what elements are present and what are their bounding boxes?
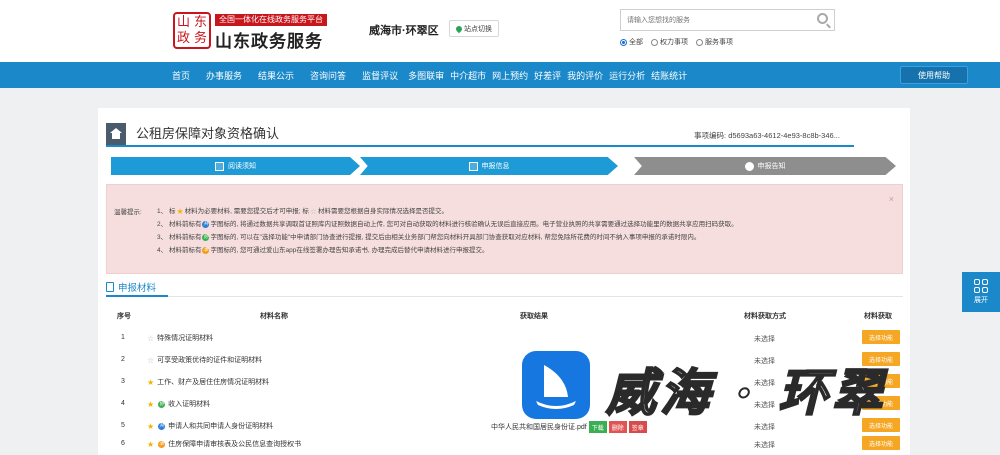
site-title[interactable]: 山东政务服务 xyxy=(215,27,323,52)
col-header: 获取结果 xyxy=(520,313,548,320)
nav-item-statistics[interactable]: 结账统计 xyxy=(651,69,687,82)
current-region: 威海市·环翠区 xyxy=(369,25,439,37)
col-header: 材料名称 xyxy=(260,313,288,320)
commitment-badge-icon: 承 xyxy=(202,247,210,254)
material-name: 特殊情况证明材料 xyxy=(157,335,214,342)
nav-item-consult[interactable]: 咨询问答 xyxy=(310,69,346,82)
info-icon xyxy=(744,161,754,171)
title-divider xyxy=(106,145,854,147)
notice-line: 1、 标 ★ 材料为必要材料, 需要您提交后才可申报; 标 ☆ 材料需要您根据自… xyxy=(157,207,449,216)
location-pin-icon xyxy=(454,24,464,33)
commitment-badge-icon: 承 xyxy=(158,440,166,448)
material-name: 申请人和共同申请人身份证明材料 xyxy=(168,423,274,430)
main-nav: 首页 办事服务 结果公示 咨询问答 监督评议 多图联审 中介超市 网上预约 好差… xyxy=(0,62,1000,88)
logo-char: 政 xyxy=(176,31,190,47)
shared-badge-icon: 共 xyxy=(158,422,166,430)
select-function-button[interactable]: 选择功能 xyxy=(862,330,900,344)
nav-item-results[interactable]: 结果公示 xyxy=(258,69,294,82)
scope-option-all[interactable]: 全部 xyxy=(620,37,643,47)
star-hollow-icon: ☆ xyxy=(147,355,155,365)
nav-item-appointment[interactable]: 网上预约 xyxy=(492,69,528,82)
expand-float-button[interactable]: 展开 xyxy=(962,272,1000,312)
form-icon xyxy=(468,161,478,171)
col-header: 材料获取方式 xyxy=(744,313,786,320)
search-scope-group: 全部 权力事项 服务事项 xyxy=(620,37,733,47)
search-icon[interactable] xyxy=(817,13,828,24)
star-solid-icon: ★ xyxy=(147,399,155,409)
close-icon[interactable]: × xyxy=(889,194,894,204)
radio-checked-icon[interactable] xyxy=(620,38,627,46)
nav-item-agency-market[interactable]: 中介超市 xyxy=(450,69,486,82)
assist-badge-icon: 协 xyxy=(158,400,166,408)
help-button[interactable]: 使用帮助 xyxy=(900,66,968,84)
radio-icon[interactable] xyxy=(696,38,703,46)
tab-active-indicator xyxy=(106,295,168,297)
material-name: 可享受政策优待的证件和证明材料 xyxy=(157,357,263,364)
search-box xyxy=(620,9,835,31)
document-icon xyxy=(106,282,114,292)
watermark-text: 威海 · 环翠 xyxy=(605,362,887,423)
star-solid-icon: ★ xyxy=(176,207,184,216)
progress-steps: 阅读须知 申报信息 申报告知 xyxy=(111,157,896,175)
notice-label: 温馨提示: xyxy=(114,209,142,216)
download-button[interactable]: 下载 xyxy=(588,421,607,433)
page-title: 公租房保障对象资格确认 xyxy=(136,126,280,141)
shared-badge-icon: 共 xyxy=(202,221,210,228)
nav-item-my-rating[interactable]: 我的评价 xyxy=(567,69,603,82)
star-solid-icon: ★ xyxy=(147,377,155,387)
tab-materials[interactable]: 申报材料 xyxy=(106,278,156,296)
logo-char: 东 xyxy=(193,14,207,30)
watermark-sail-logo xyxy=(522,351,590,419)
nav-item-analytics[interactable]: 运行分析 xyxy=(609,69,645,82)
notice-line: 2、 材料前标有 共 字图标的, 将通过数据共享调取首证照库内证照数据自动上传,… xyxy=(157,221,738,228)
material-status: 未选择 xyxy=(754,336,775,343)
nav-item-supervise[interactable]: 监督评议 xyxy=(362,69,398,82)
material-name: 住房保障申请审核表及公民信息查询授权书 xyxy=(168,441,302,448)
search-input[interactable] xyxy=(621,10,806,30)
table-row: 6 ★ 承住房保障申请审核表及公民信息查询授权书 未选择 选择功能 xyxy=(98,433,910,455)
col-header: 序号 xyxy=(117,313,131,320)
radio-icon[interactable] xyxy=(651,38,658,46)
nav-item-home[interactable]: 首页 xyxy=(172,69,190,82)
nav-item-joint-review[interactable]: 多图联审 xyxy=(408,69,444,82)
home-icon[interactable] xyxy=(106,123,126,145)
platform-slogan: 全国一体化在线政务服务平台 xyxy=(215,14,327,26)
notice-line: 3、 材料前标有 协 字图标的, 可以在"选择功能"中申请部门协查进行提报, 提… xyxy=(157,234,701,241)
step-application-info[interactable]: 申报信息 xyxy=(360,157,618,175)
step-application-notice[interactable]: 申报告知 xyxy=(634,157,896,175)
table-row: 1 ☆ 特殊情况证明材料 未选择 选择功能 xyxy=(98,327,910,349)
logo-char: 务 xyxy=(193,31,207,47)
site-switch-label: 站点切换 xyxy=(464,25,492,33)
scope-option-service[interactable]: 服务事项 xyxy=(696,37,733,47)
top-header: 山 东 政 务 全国一体化在线政务服务平台 山东政务服务 威海市·环翠区 站点切… xyxy=(0,0,1000,62)
site-switch-button[interactable]: 站点切换 xyxy=(449,20,499,37)
star-hollow-icon: ☆ xyxy=(147,333,155,343)
grid-icon xyxy=(974,279,988,293)
material-name: 工作、财产及居住住房情况证明材料 xyxy=(157,379,270,386)
nav-item-rating[interactable]: 好差评 xyxy=(534,69,561,82)
book-icon xyxy=(215,161,224,171)
col-header: 材料获取 xyxy=(864,313,892,320)
star-solid-icon: ★ xyxy=(147,421,155,431)
material-status: 未选择 xyxy=(754,442,775,449)
item-code-label: 事项编码: xyxy=(694,131,727,140)
select-function-button[interactable]: 选择功能 xyxy=(862,436,900,450)
assist-badge-icon: 协 xyxy=(202,234,210,241)
notice-box: × 温馨提示: 1、 标 ★ 材料为必要材料, 需要您提交后才可申报; 标 ☆ … xyxy=(106,184,903,274)
star-solid-icon: ★ xyxy=(147,439,155,449)
star-hollow-icon: ☆ xyxy=(309,207,318,216)
result-file-link[interactable]: 中华人民共和国居民身份证.pdf xyxy=(491,422,587,432)
item-code-value: d5693a63-4612-4e93-8c8b-346... xyxy=(728,131,840,140)
nav-item-services[interactable]: 办事服务 xyxy=(206,69,242,82)
logo-char: 山 xyxy=(176,14,190,30)
scope-option-power[interactable]: 权力事项 xyxy=(651,37,688,47)
material-name: 收入证明材料 xyxy=(168,401,211,408)
expand-label: 展开 xyxy=(974,297,988,304)
item-code: 事项编码: d5693a63-4612-4e93-8c8b-346... xyxy=(694,130,840,141)
tab-divider xyxy=(106,296,903,297)
step-read-notice[interactable]: 阅读须知 xyxy=(111,157,360,175)
notice-line: 4、 材料前标有 承 字图标的, 您可通过爱山东app在线签署办理告知承诺书, … xyxy=(157,247,489,254)
site-logo-seal[interactable]: 山 东 政 务 xyxy=(173,12,211,49)
table-header: 序号 材料名称 获取结果 材料获取方式 材料获取 xyxy=(98,311,910,323)
